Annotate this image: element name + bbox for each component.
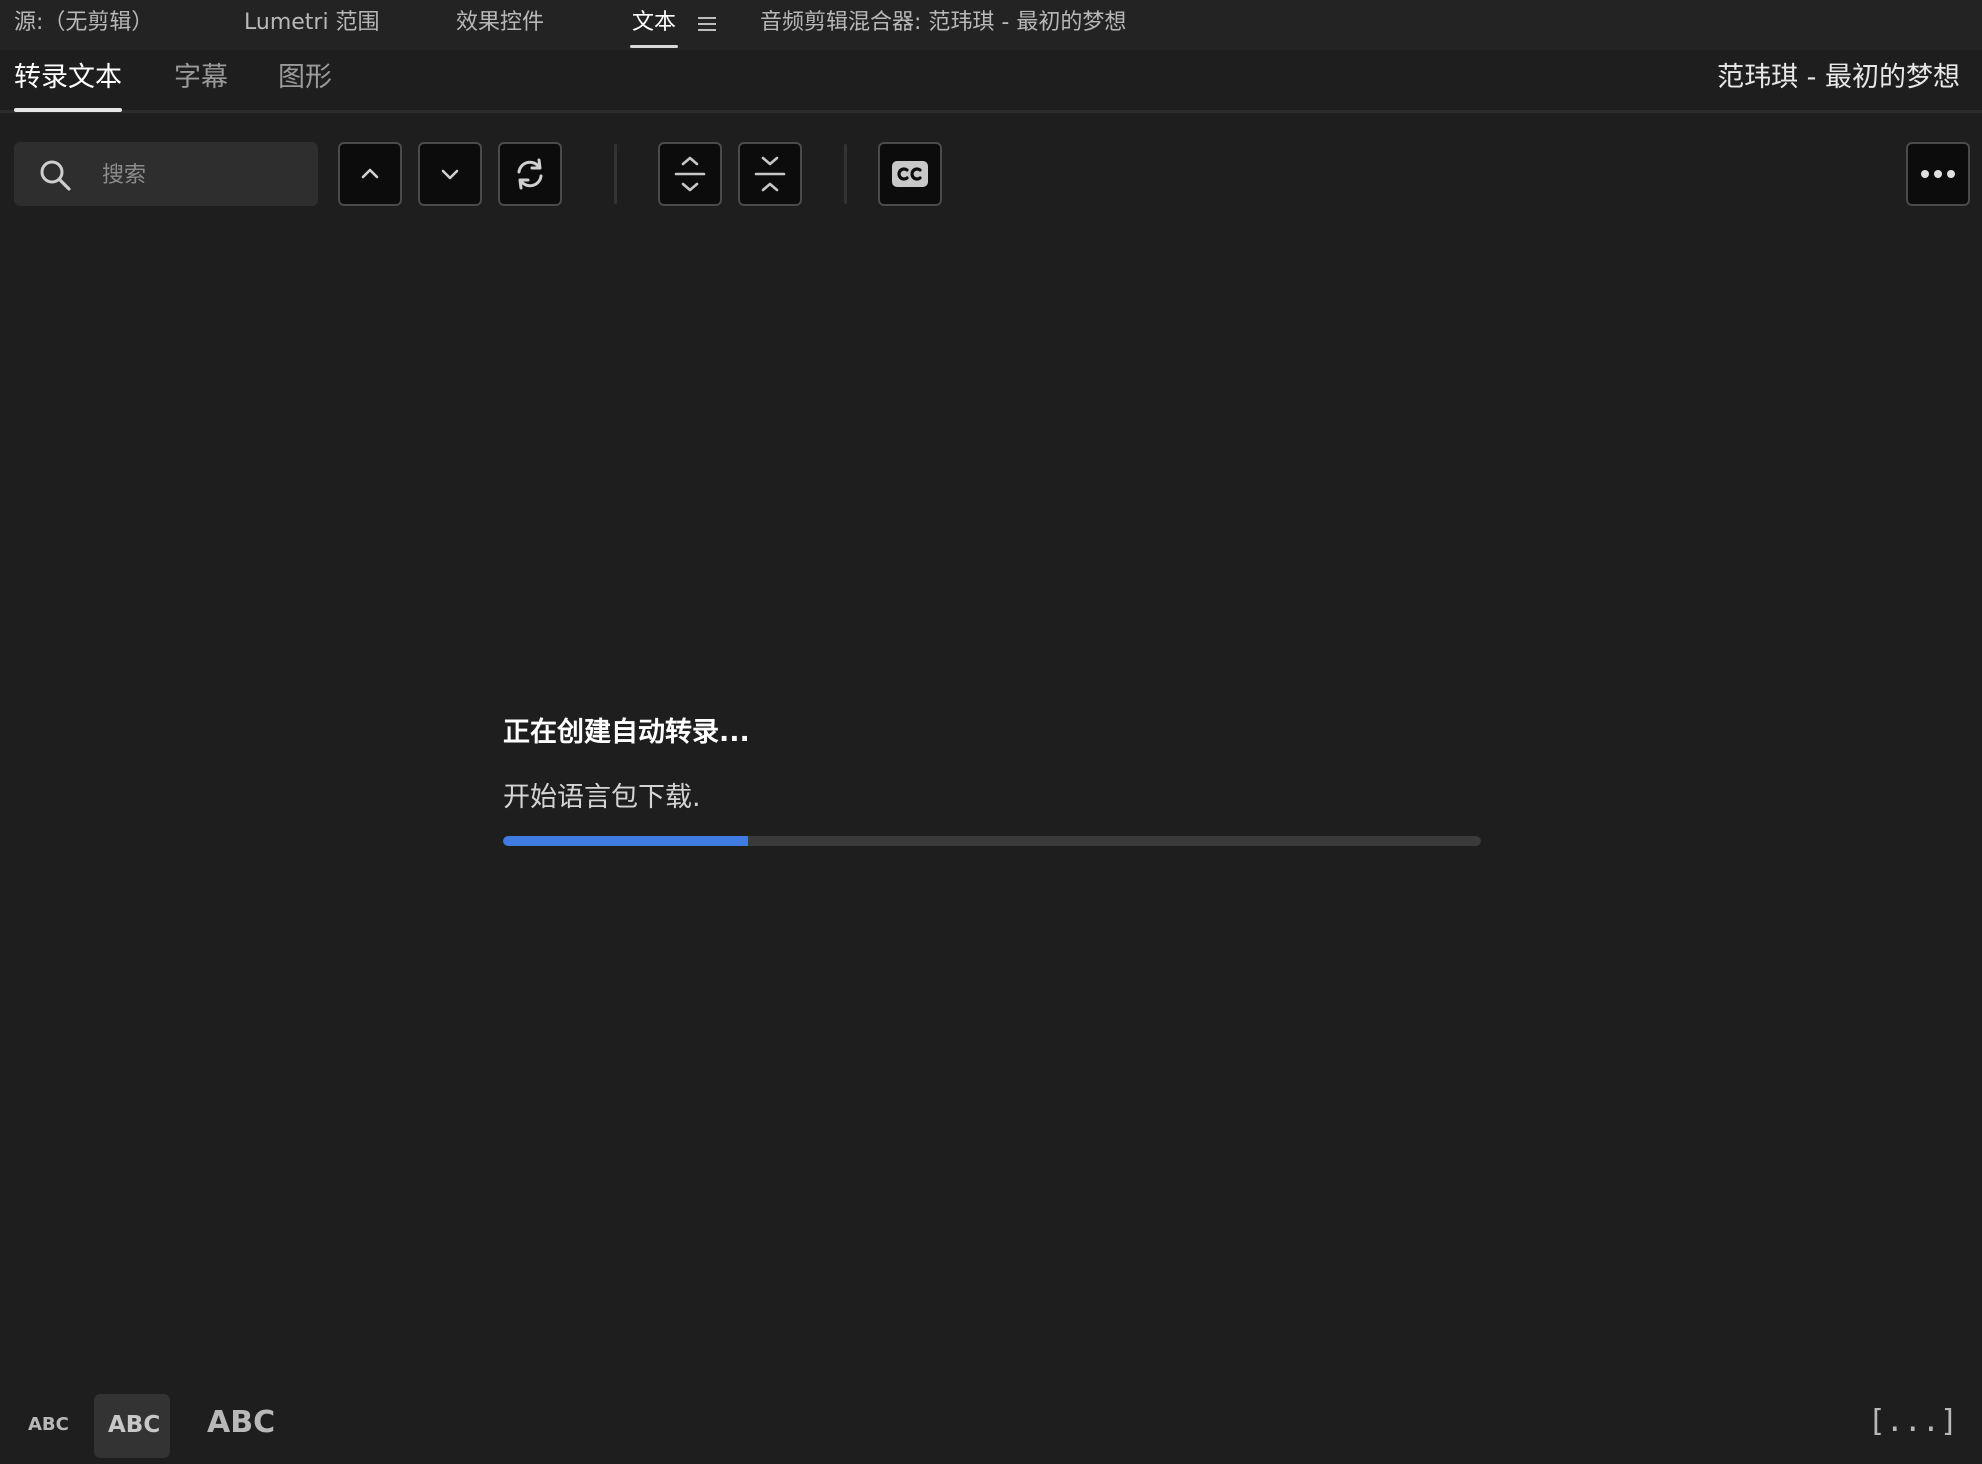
collapse-all-icon <box>754 156 786 192</box>
refresh-icon <box>517 158 543 190</box>
transcription-status-message: 开始语言包下载. <box>503 782 701 813</box>
refresh-button[interactable] <box>498 142 562 206</box>
panel-tab-bar: 源:（无剪辑） Lumetri 范围 效果控件 文本 音频剪辑混合器: 范玮琪 … <box>0 0 1982 50</box>
more-options-icon <box>1921 170 1955 178</box>
sub-tab-bar: 转录文本 字幕 图形 范玮琪 - 最初的梦想 <box>0 50 1982 113</box>
tab-transcript[interactable]: 转录文本 <box>14 58 122 112</box>
tab-captions[interactable]: 字幕 <box>174 58 228 98</box>
tab-graphics[interactable]: 图形 <box>278 58 332 98</box>
text-panel: 源:（无剪辑） Lumetri 范围 效果控件 文本 音频剪辑混合器: 范玮琪 … <box>0 0 1982 1464</box>
expand-view-button[interactable]: [...] <box>1868 1404 1958 1439</box>
text-size-large-button[interactable]: ABC <box>207 1405 275 1440</box>
tab-text[interactable]: 文本 <box>629 8 679 48</box>
next-result-button[interactable] <box>418 142 482 206</box>
sequence-name: 范玮琪 - 最初的梦想 <box>1717 62 1960 93</box>
search-input[interactable] <box>100 154 304 196</box>
chevron-up-icon <box>361 168 379 179</box>
search-icon <box>40 160 71 191</box>
text-size-medium-button[interactable]: ABC <box>94 1394 170 1458</box>
closed-captions-icon <box>892 161 928 187</box>
expand-all-button[interactable] <box>658 142 722 206</box>
text-size-medium-label: ABC <box>108 1412 161 1438</box>
text-size-small-button[interactable]: ABC <box>28 1414 69 1435</box>
tab-effect-controls[interactable]: 效果控件 <box>456 8 544 42</box>
collapse-all-button[interactable] <box>738 142 802 206</box>
transcription-progress-bar <box>503 836 1481 846</box>
tab-source[interactable]: 源:（无剪辑） <box>14 8 153 42</box>
previous-result-button[interactable] <box>338 142 402 206</box>
toolbar-divider <box>614 144 617 204</box>
create-captions-button[interactable] <box>878 142 942 206</box>
tab-audio-clip-mixer[interactable]: 音频剪辑混合器: 范玮琪 - 最初的梦想 <box>760 8 1126 42</box>
transcription-status-title: 正在创建自动转录... <box>503 717 750 748</box>
transcript-toolbar <box>0 142 1982 206</box>
tab-lumetri-scopes[interactable]: Lumetri 范围 <box>244 8 380 42</box>
more-options-button[interactable] <box>1906 142 1970 206</box>
expand-all-icon <box>674 156 706 192</box>
panel-menu-icon[interactable] <box>698 17 716 31</box>
progress-fill <box>503 836 748 846</box>
search-box[interactable] <box>14 142 318 206</box>
chevron-down-icon <box>441 169 459 180</box>
toolbar-divider <box>844 144 847 204</box>
